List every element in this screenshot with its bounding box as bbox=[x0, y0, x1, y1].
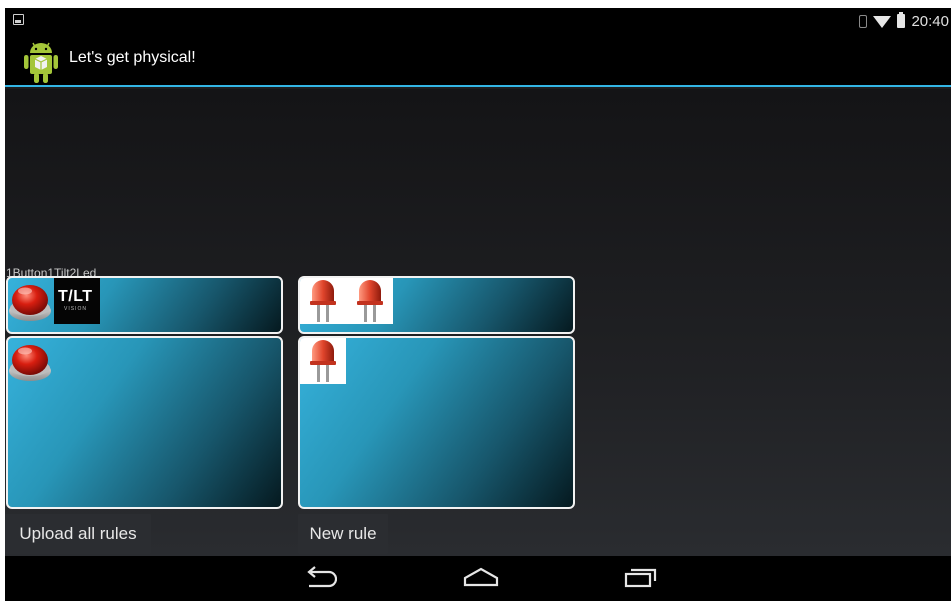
rule-2-conditions-panel[interactable] bbox=[6, 336, 283, 509]
new-rule-button[interactable]: New rule bbox=[298, 514, 388, 554]
tilt-logo-subtext: VISION bbox=[64, 306, 87, 312]
red-button-icon[interactable] bbox=[8, 338, 54, 384]
red-button-icon[interactable] bbox=[8, 278, 54, 324]
action-bar: Let's get physical! bbox=[5, 33, 951, 87]
main-content: 1Button1Tilt2Led T/LT VISION Upload all … bbox=[5, 89, 951, 556]
status-bar: 20:40 bbox=[5, 8, 951, 33]
android-app-icon[interactable] bbox=[21, 37, 61, 85]
battery-icon bbox=[897, 12, 906, 28]
recent-apps-icon[interactable] bbox=[624, 566, 658, 588]
rule-1-conditions-panel[interactable]: T/LT VISION bbox=[6, 276, 283, 334]
rule-2-actions-panel[interactable] bbox=[298, 336, 575, 509]
rule-1-actions-panel[interactable] bbox=[298, 276, 575, 334]
upload-all-rules-button[interactable]: Upload all rules bbox=[5, 514, 151, 554]
rule-1-actions-tiles bbox=[300, 278, 393, 324]
led-icon[interactable] bbox=[300, 338, 346, 384]
home-icon[interactable] bbox=[463, 566, 499, 588]
navigation-bar bbox=[5, 556, 951, 601]
wifi-icon bbox=[873, 16, 892, 28]
app-title: Let's get physical! bbox=[69, 49, 196, 66]
gallery-notification-icon bbox=[13, 14, 24, 25]
led-icon[interactable] bbox=[300, 278, 346, 324]
tilt-vision-logo[interactable]: T/LT VISION bbox=[54, 278, 100, 324]
action-bar-divider bbox=[5, 85, 951, 87]
status-icons: 20:40 bbox=[859, 11, 949, 31]
bluetooth-icon bbox=[859, 14, 868, 28]
screen: 20:40 Let's get physical! 1Button1Tilt2L… bbox=[5, 8, 951, 601]
clock: 20:40 bbox=[911, 12, 949, 30]
back-icon[interactable] bbox=[303, 566, 337, 588]
tilt-logo-text: T/LT bbox=[58, 288, 93, 305]
led-icon[interactable] bbox=[347, 278, 393, 324]
